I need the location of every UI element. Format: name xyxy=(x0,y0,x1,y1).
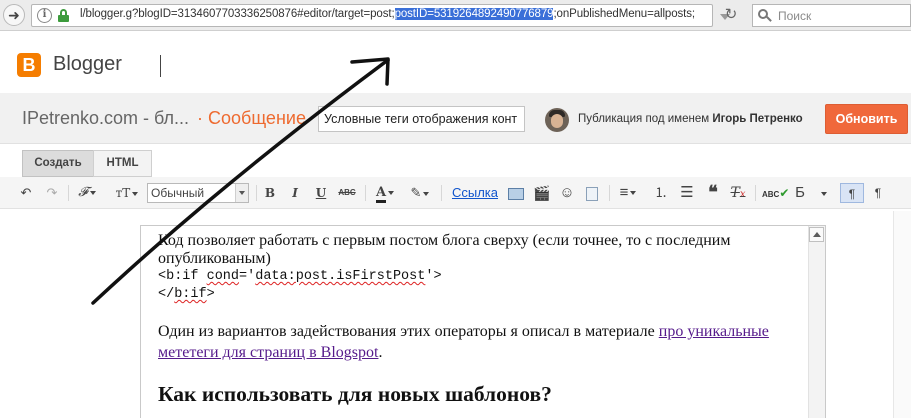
scroll-up-icon[interactable] xyxy=(809,227,824,242)
code-line-endif: </b:if> xyxy=(158,286,808,304)
chevron-down-icon xyxy=(235,184,248,202)
chevron-down-icon[interactable] xyxy=(816,183,830,203)
toolbar-divider xyxy=(365,185,366,201)
lock-icon xyxy=(58,9,69,22)
publishing-as-label: Публикация под именем Игорь Петренко xyxy=(578,113,803,125)
paragraph-end: . xyxy=(378,344,383,361)
tab-compose[interactable]: Создать xyxy=(22,150,94,177)
bulleted-list-icon[interactable]: ☰ xyxy=(677,183,697,203)
browser-toolbar: ➜ i l/blogger.g?blogID=31346077033362508… xyxy=(0,0,911,31)
text-color-glyph: A xyxy=(375,185,387,203)
update-button[interactable]: Обновить xyxy=(825,104,908,134)
section-heading: Как использовать для новых шаблонов? xyxy=(158,382,552,406)
toolbar-divider xyxy=(68,185,69,201)
paragraph-style-select[interactable]: Обычный xyxy=(147,183,249,203)
text-color-button[interactable]: A xyxy=(370,183,400,203)
transliteration-button[interactable]: Б xyxy=(788,183,812,203)
paragraph-intro: Код позволяет работать с первым постом б… xyxy=(158,232,731,267)
toolbar-divider xyxy=(755,185,756,201)
blogger-logo-icon[interactable]: B xyxy=(17,53,41,77)
italic-button[interactable]: I xyxy=(286,183,304,203)
ltr-direction-button[interactable]: ¶ xyxy=(840,183,864,203)
url-suffix: ;onPublishedMenu=allposts; xyxy=(553,8,696,20)
tab-html[interactable]: HTML xyxy=(93,150,152,177)
editor-content[interactable]: Код позволяет работать с первым постом б… xyxy=(158,232,808,407)
post-kind-label: · Сообщение xyxy=(197,108,306,128)
bold-button[interactable]: B xyxy=(261,183,279,203)
misspelled-word: cond xyxy=(206,269,240,284)
insert-jump-break-icon[interactable] xyxy=(582,183,602,203)
spellcheck-icon[interactable]: ABC✔ xyxy=(762,183,789,203)
paragraph-style-value: Обычный xyxy=(151,186,205,200)
blogger-header: B Blogger xyxy=(0,31,911,93)
reload-icon[interactable]: ↻ xyxy=(722,6,740,24)
publishing-as-text: Публикация под именем xyxy=(578,113,710,125)
address-bar[interactable]: i l/blogger.g?blogID=3134607703336250876… xyxy=(31,4,730,27)
font-family-icon[interactable]: 𝓕 xyxy=(74,183,100,203)
font-size-glyph: тT xyxy=(115,186,131,200)
toolbar-divider xyxy=(256,185,257,201)
header-blank-area xyxy=(238,75,318,93)
toolbar-divider xyxy=(441,185,442,201)
toolbar-divider xyxy=(609,185,610,201)
insert-image-icon[interactable] xyxy=(506,183,526,203)
url-prefix: l/blogger.g?blogID=3134607703336250876#e… xyxy=(80,8,395,20)
header-divider xyxy=(160,55,161,77)
brand-name[interactable]: Blogger xyxy=(53,53,122,76)
misspelled-word: data:post.isFirstPost xyxy=(255,269,426,284)
undo-icon[interactable]: ↶ xyxy=(16,183,36,203)
code-text: '> xyxy=(425,269,442,284)
forward-button[interactable]: ➜ xyxy=(3,4,25,26)
browser-search-box[interactable] xyxy=(752,4,911,27)
url-selected-segment: postID=5319264892490776879 xyxy=(394,8,554,20)
search-icon xyxy=(758,9,772,22)
insert-emoji-icon[interactable]: ☺ xyxy=(557,183,577,203)
blog-title[interactable]: IPetrenko.com - бл... xyxy=(22,108,189,129)
font-family-glyph: 𝓕 xyxy=(78,185,88,200)
avatar xyxy=(545,108,569,132)
numbered-list-icon[interactable]: ⒈ xyxy=(651,183,671,203)
redo-icon[interactable]: ↷ xyxy=(42,183,62,203)
side-panel-edge xyxy=(893,211,911,418)
insert-video-icon[interactable]: 🎬 xyxy=(532,183,552,203)
url-text[interactable]: l/blogger.g?blogID=3134607703336250876#e… xyxy=(80,8,695,20)
rtl-direction-button[interactable]: ¶ xyxy=(868,183,888,203)
highlight-color-icon[interactable]: ✎ xyxy=(406,183,434,203)
post-title-input[interactable] xyxy=(318,106,525,132)
font-size-icon[interactable]: тT xyxy=(110,183,144,203)
strikethrough-button[interactable]: ABC xyxy=(336,183,358,203)
post-editor[interactable]: Код позволяет работать с первым постом б… xyxy=(140,225,826,418)
paragraph-text: Один из вариантов задействования этих оп… xyxy=(158,323,659,340)
misspelled-word: b:if xyxy=(174,287,207,302)
site-info-icon[interactable]: i xyxy=(37,8,52,23)
code-text: =' xyxy=(239,269,256,284)
link-button[interactable]: Ссылка xyxy=(450,183,500,203)
browser-search-input[interactable] xyxy=(778,8,906,24)
underline-button[interactable]: U xyxy=(312,183,330,203)
code-line-if: <b:if cond='data:post.isFirstPost'> xyxy=(158,268,808,286)
align-icon[interactable]: ≡ xyxy=(614,183,642,203)
code-text: <b:if xyxy=(158,269,207,284)
editor-scrollbar[interactable] xyxy=(808,226,825,418)
post-title-bar: IPetrenko.com - бл... · Сообщение Публик… xyxy=(0,93,911,144)
code-text: </ xyxy=(158,287,175,302)
editor-toolbar: ↶ ↷ 𝓕 тT Обычный B I U ABC A ✎ Ссылка 🎬 … xyxy=(0,177,911,209)
clear-formatting-icon[interactable]: Tx xyxy=(728,183,748,203)
code-text: > xyxy=(206,287,215,302)
quote-icon[interactable]: ❝ xyxy=(703,183,723,203)
author-name: Игорь Петренко xyxy=(712,113,803,125)
paragraph-usage: Один из вариантов задействования этих оп… xyxy=(158,321,808,363)
